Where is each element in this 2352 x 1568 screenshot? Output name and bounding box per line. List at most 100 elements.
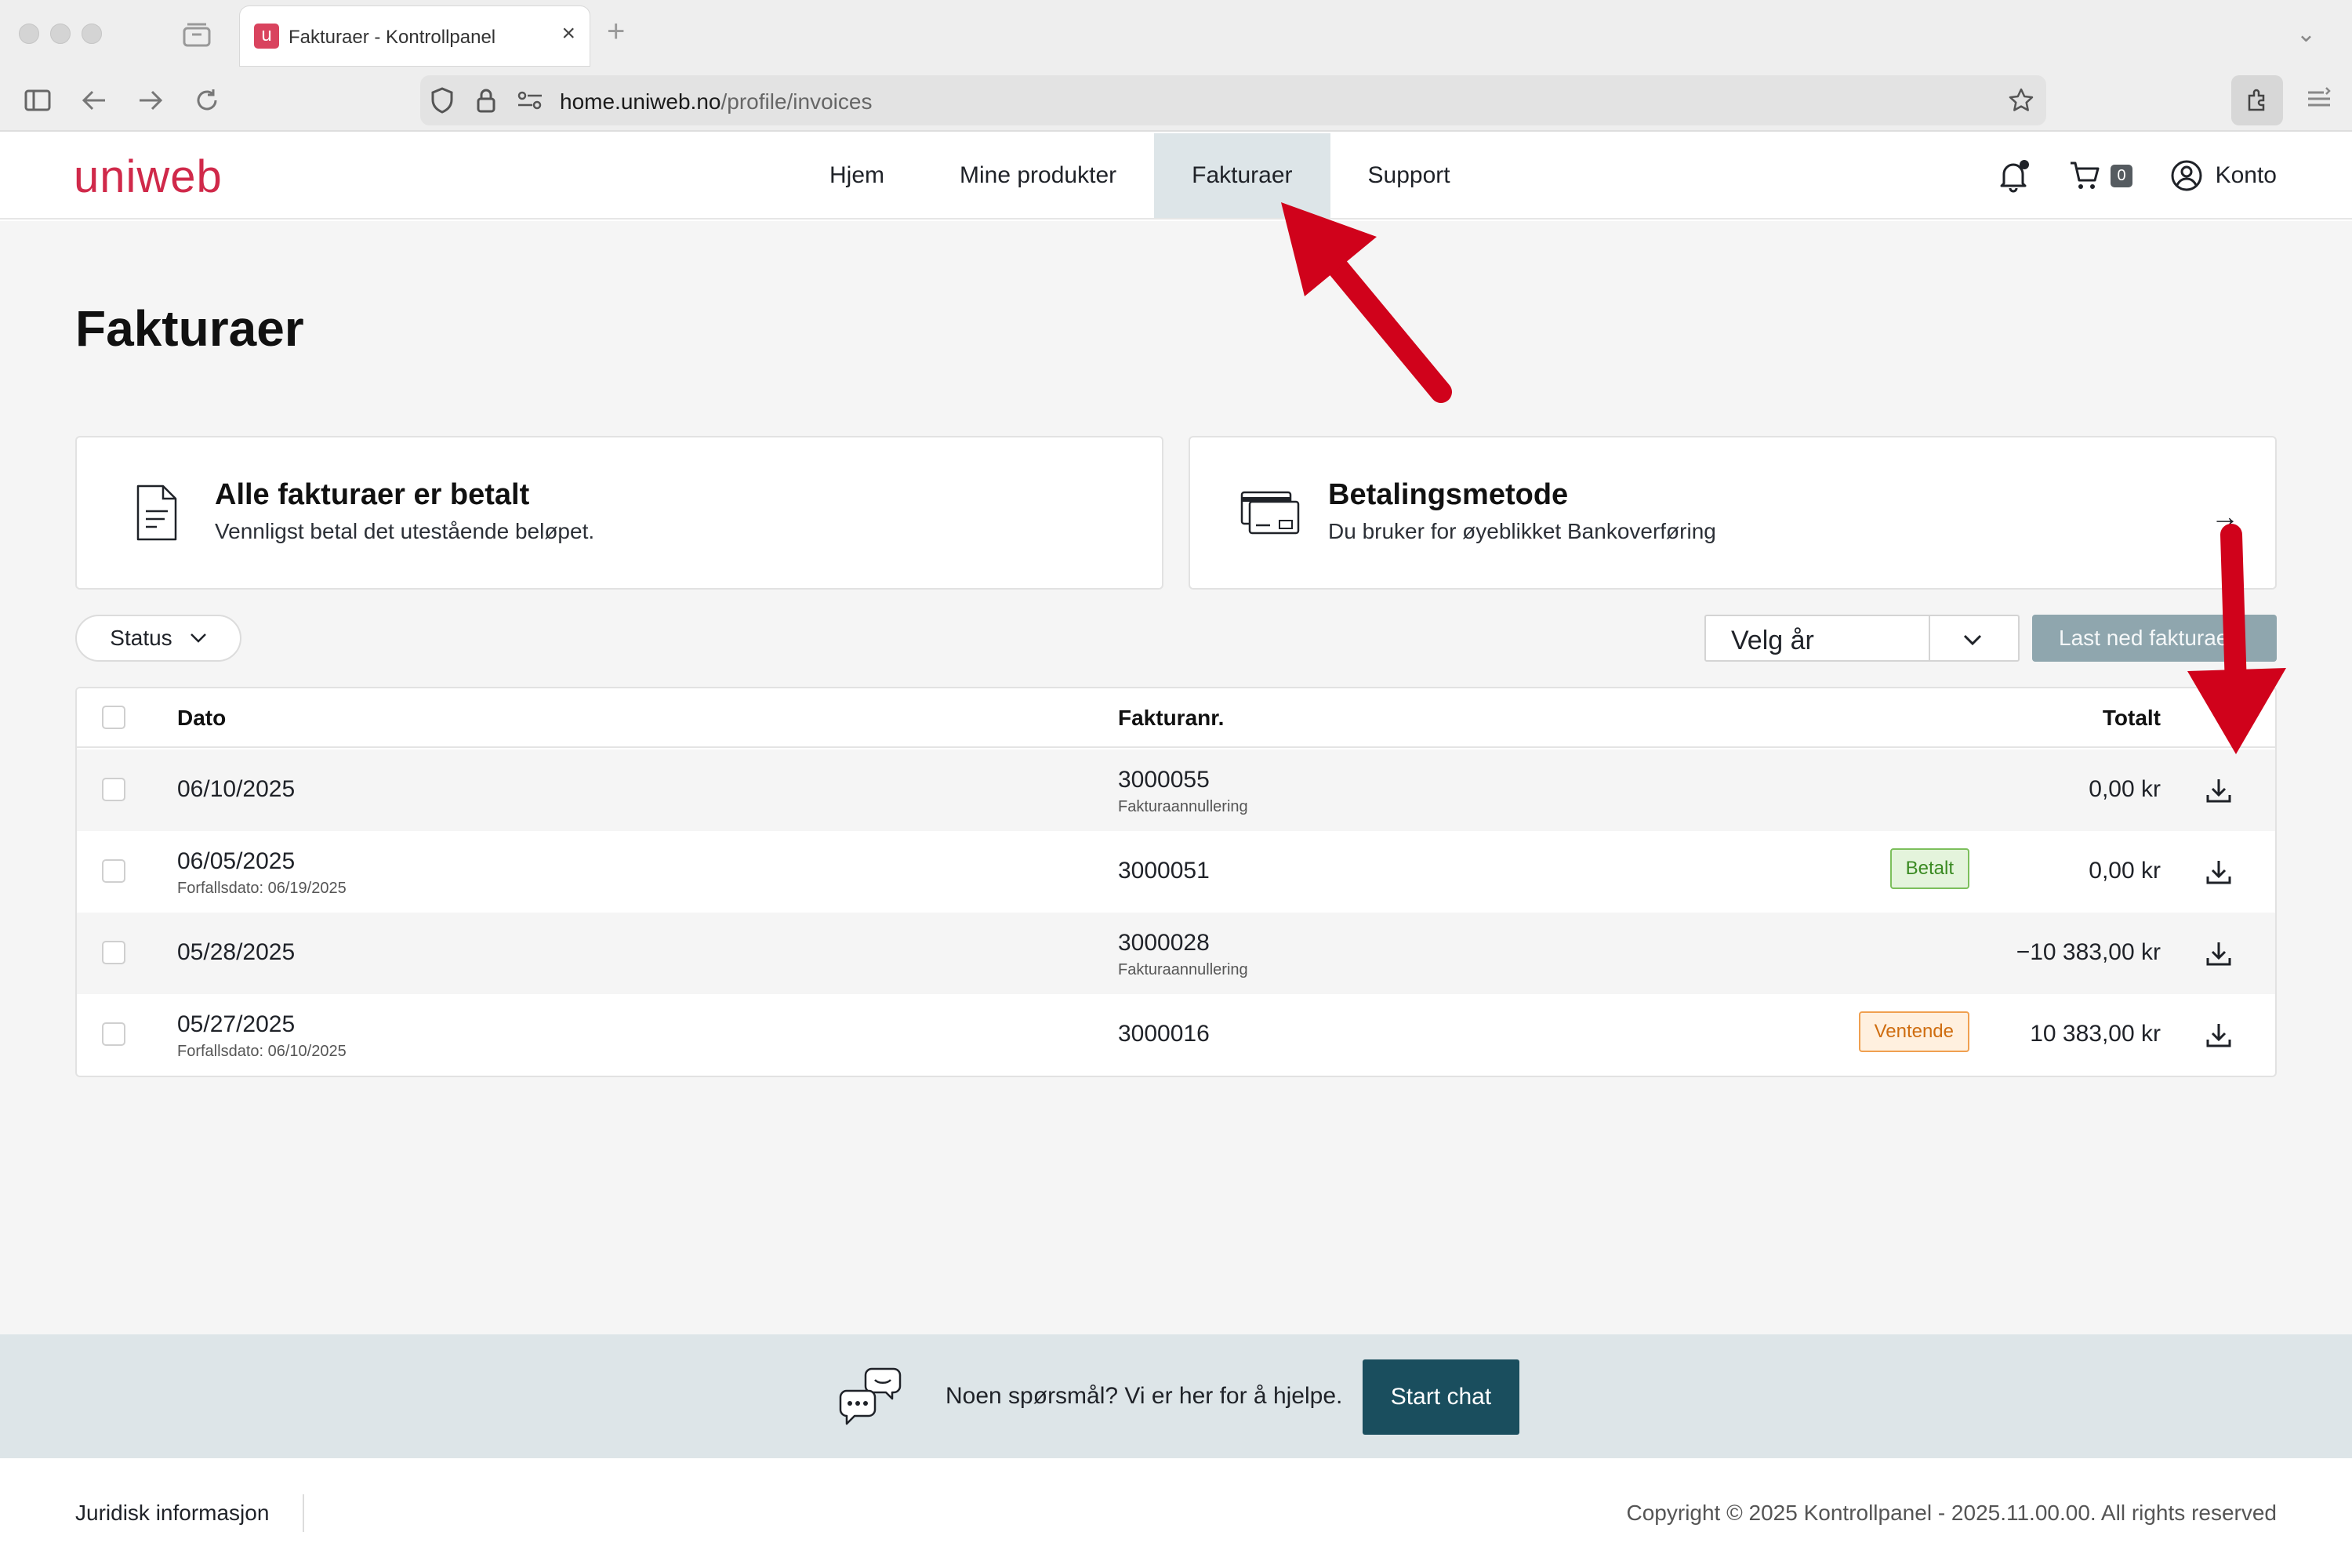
download-icon[interactable]	[2203, 775, 2234, 806]
row-checkbox[interactable]	[102, 1022, 125, 1046]
download-icon[interactable]	[2203, 938, 2234, 969]
row-invoice-number: 3000028	[1118, 930, 1210, 956]
row-total: 10 383,00 kr	[2030, 1021, 2161, 1047]
help-text: Noen spørsmål? Vi er her for å hjelpe.	[946, 1383, 1343, 1409]
row-date: 06/10/2025	[177, 776, 296, 802]
credit-card-icon	[1240, 491, 1300, 535]
browser-chrome: u Fakturaer - Kontrollpanel × + ⌄ home.u…	[0, 0, 2352, 132]
row-invoice-number: 3000051	[1118, 858, 1210, 884]
row-date: 05/28/2025	[177, 939, 296, 965]
site-settings-icon[interactable]	[516, 86, 544, 114]
minimize-window-button[interactable]	[50, 24, 71, 44]
payment-method-card[interactable]: Betalingsmetode Du bruker for øyeblikket…	[1189, 436, 2277, 590]
column-header-invoice: Fakturanr.	[1118, 706, 1225, 730]
row-invoice-number: 3000055	[1118, 767, 1210, 793]
forward-arrow-icon[interactable]	[135, 85, 166, 116]
row-date: 05/27/2025	[177, 1011, 296, 1037]
sidebar-toggle-icon[interactable]	[22, 85, 53, 116]
shield-icon[interactable]	[428, 86, 456, 114]
main-content: Fakturaer Alle fakturaer er betalt Vennl…	[0, 221, 2352, 1334]
year-select-divider	[1929, 616, 1930, 660]
url-text[interactable]: home.uniweb.no/profile/invoices	[560, 89, 872, 114]
cart-button[interactable]: 0	[2068, 158, 2132, 193]
row-checkbox[interactable]	[102, 778, 125, 801]
chat-bubbles-icon	[839, 1367, 902, 1425]
status-filter-button[interactable]: Status	[75, 615, 241, 662]
download-icon[interactable]	[2203, 1019, 2234, 1051]
document-icon	[136, 485, 177, 541]
download-invoices-button[interactable]: Last ned fakturaer	[2032, 615, 2277, 662]
header-actions: 0 Konto	[1996, 133, 2277, 218]
payment-method-title: Betalingsmetode	[1328, 478, 1569, 511]
table-row[interactable]: 06/10/2025 3000055 Fakturaannullering 0,…	[77, 750, 2275, 831]
chevron-down-icon	[1963, 634, 1982, 646]
tab-title: Fakturaer - Kontrollpanel	[289, 27, 496, 48]
legal-info-link[interactable]: Juridisk informasjon	[75, 1501, 269, 1526]
lock-icon[interactable]	[472, 86, 500, 114]
account-button[interactable]: Konto	[2170, 159, 2277, 192]
select-all-checkbox[interactable]	[102, 706, 125, 729]
new-tab-icon[interactable]: +	[607, 14, 625, 49]
account-label: Konto	[2215, 162, 2277, 188]
back-arrow-icon[interactable]	[78, 85, 110, 116]
page-title: Fakturaer	[75, 300, 304, 357]
invoice-status-card: Alle fakturaer er betalt Vennligst betal…	[75, 436, 1163, 590]
status-badge-paid: Betalt	[1889, 848, 1969, 889]
copyright-text: Copyright © 2025 Kontrollpanel - 2025.11…	[1626, 1501, 2278, 1525]
row-due-date: Forfallsdato: 06/19/2025	[177, 880, 347, 897]
tab-overview-icon[interactable]	[182, 20, 212, 49]
nav-item-fakturaer[interactable]: Fakturaer	[1154, 133, 1330, 218]
footer-divider	[303, 1494, 304, 1532]
row-invoice-note: Fakturaannullering	[1118, 798, 1248, 815]
tab-close-icon[interactable]: ×	[561, 20, 575, 47]
cart-icon	[2071, 162, 2100, 189]
nav-item-support[interactable]: Support	[1330, 133, 1488, 218]
row-checkbox[interactable]	[102, 859, 125, 883]
arrow-right-icon[interactable]: →	[2211, 500, 2239, 533]
main-nav: Hjem Mine produkter Fakturaer Support	[792, 133, 1488, 218]
row-invoice-note: Fakturaannullering	[1118, 961, 1248, 978]
column-header-date: Dato	[177, 706, 227, 730]
start-chat-button[interactable]: Start chat	[1363, 1359, 1519, 1435]
download-icon[interactable]	[2203, 856, 2234, 887]
nav-item-hjem[interactable]: Hjem	[792, 133, 922, 218]
table-row[interactable]: 06/05/2025 Forfallsdato: 06/19/2025 3000…	[77, 831, 2275, 913]
row-total: 0,00 kr	[2089, 858, 2161, 884]
row-total: 0,00 kr	[2089, 776, 2161, 802]
url-host: home.uniweb.no	[560, 89, 721, 114]
reload-icon[interactable]	[191, 85, 223, 116]
nav-item-mine-produkter[interactable]: Mine produkter	[922, 133, 1154, 218]
invoice-status-title: Alle fakturaer er betalt	[215, 478, 530, 511]
table-row[interactable]: 05/28/2025 3000028 Fakturaannullering −1…	[77, 913, 2275, 994]
column-header-total: Totalt	[2102, 706, 2161, 730]
invoice-status-subtitle: Vennligst betal det utestående beløpet.	[215, 519, 595, 543]
footer: Juridisk informasjon Copyright © 2025 Ko…	[0, 1458, 2352, 1568]
year-select[interactable]: Velg år	[1704, 615, 2020, 662]
site-header: uniweb Hjem Mine produkter Fakturaer Sup…	[0, 133, 2352, 220]
favicon-icon: u	[254, 24, 279, 49]
url-path: /profile/invoices	[720, 89, 873, 114]
help-bar: Noen spørsmål? Vi er her for å hjelpe. S…	[0, 1334, 2352, 1458]
table-header: Dato Fakturanr. Totalt	[77, 688, 2275, 748]
table-row[interactable]: 05/27/2025 Forfallsdato: 06/10/2025 3000…	[77, 994, 2275, 1076]
user-icon	[2171, 160, 2202, 191]
notifications-bell-icon[interactable]	[1996, 158, 2031, 193]
maximize-window-button[interactable]	[82, 24, 102, 44]
address-bar[interactable]: home.uniweb.no/profile/invoices	[420, 75, 2046, 125]
browser-toolbar: home.uniweb.no/profile/invoices	[0, 69, 2352, 132]
invoices-table: Dato Fakturanr. Totalt 06/10/2025 300005…	[75, 687, 2277, 1077]
row-checkbox[interactable]	[102, 941, 125, 964]
row-total: −10 383,00 kr	[2016, 939, 2161, 965]
uniweb-logo[interactable]: uniweb	[74, 151, 223, 203]
window-controls	[19, 24, 102, 44]
row-due-date: Forfallsdato: 06/10/2025	[177, 1043, 347, 1060]
app-menu-icon[interactable]	[2303, 83, 2338, 118]
extensions-icon[interactable]	[2231, 75, 2283, 125]
year-select-value: Velg år	[1731, 626, 1814, 655]
row-date: 06/05/2025	[177, 848, 296, 874]
close-window-button[interactable]	[19, 24, 39, 44]
chevron-down-icon[interactable]: ⌄	[2296, 20, 2316, 48]
browser-tab[interactable]: u Fakturaer - Kontrollpanel ×	[240, 6, 590, 66]
bookmark-star-icon[interactable]	[2007, 86, 2035, 114]
row-invoice-number: 3000016	[1118, 1021, 1210, 1047]
